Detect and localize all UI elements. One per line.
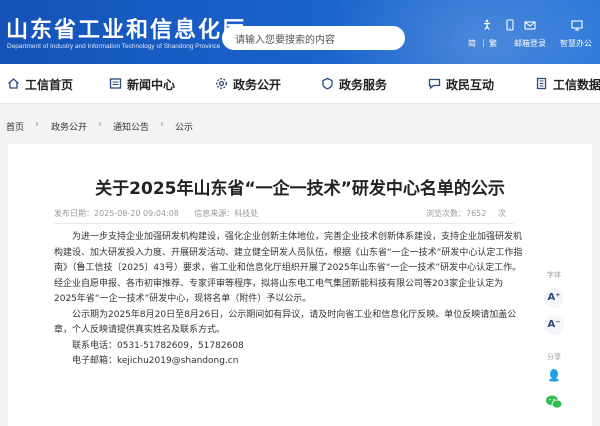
nav-item-gov-services[interactable]: 政务服务: [320, 76, 387, 92]
nav-item-interaction[interactable]: 政民互动: [427, 76, 494, 92]
views-meta: 浏览次数：7652: [426, 208, 486, 219]
nav-label: 政务服务: [339, 77, 388, 92]
nav-label: 新闻中心: [127, 77, 176, 92]
data-icon: [534, 77, 548, 91]
share-label: 分享: [547, 353, 561, 361]
nav-item-news[interactable]: 新闻中心: [108, 76, 175, 92]
nav-item-gov-affairs[interactable]: 政务公开: [214, 76, 281, 92]
nav-label: 政民互动: [446, 77, 495, 92]
chat-icon: [427, 77, 441, 91]
nav-label: 工信数据: [553, 77, 600, 92]
article-body: 为进一步支持企业加强研发机构建设，强化企业创新主体地位，完善企业技术创新体系建设…: [54, 230, 524, 370]
publish-label: 发布日期：: [54, 209, 94, 218]
tool-labels: 简 | 繁 邮箱登录 智慧办公: [0, 38, 600, 52]
nav-label: 政务公开: [233, 77, 282, 92]
news-icon: [108, 77, 122, 91]
publish-date: 2025-08-20 09:04:08: [94, 209, 179, 218]
accessibility-icon[interactable]: [480, 19, 494, 33]
site-header: 山东省工业和信息化厅 Department of Industry and In…: [0, 0, 600, 64]
font-decrease-button[interactable]: A⁻: [544, 315, 564, 335]
source-label: 信息来源：: [194, 209, 235, 218]
home-icon: [6, 77, 20, 91]
article-card: 关于2025年山东省“一企一技术”研发中心名单的公示 发布日期：2025-08-…: [8, 144, 592, 426]
office-icon[interactable]: [570, 19, 584, 33]
wechat-share-icon[interactable]: [544, 394, 564, 414]
main-nav: 工信首页 新闻中心 政务公开 政务服务 政民互动 工信数据: [0, 64, 600, 104]
mail-login-link[interactable]: 邮箱登录: [514, 38, 546, 49]
font-increase-button[interactable]: A⁺: [544, 288, 564, 308]
breadcrumb-gov-affairs[interactable]: 政务公开: [51, 120, 87, 133]
divider: [54, 223, 514, 224]
breadcrumb: 首页 › 政务公开 › 通知公告 › 公示: [0, 116, 600, 133]
gear-icon: [214, 77, 228, 91]
paragraph: 为进一步支持企业加强研发机构建设，强化企业创新主体地位，完善企业技术创新体系建设…: [54, 232, 523, 304]
breadcrumb-notices[interactable]: 通知公告: [113, 120, 149, 133]
font-size-label: 字体: [547, 271, 561, 279]
views-label: 浏览次数：: [426, 209, 466, 218]
nav-item-home[interactable]: 工信首页: [6, 76, 73, 92]
shield-icon: [320, 77, 334, 91]
views-count: 7652: [466, 209, 487, 218]
tool-icons: [0, 19, 600, 33]
article-title: 关于2025年山东省“一企一技术”研发中心名单的公示: [95, 179, 505, 199]
contact-email: 电子邮箱：kejichu2019@shandong.cn: [72, 356, 239, 366]
nav-item-data[interactable]: 工信数据: [534, 76, 600, 92]
tool-separator: |: [482, 38, 485, 47]
mobile-icon[interactable]: [503, 19, 517, 33]
nav-label: 工信首页: [25, 77, 74, 92]
chevron-right-icon: ›: [160, 119, 164, 130]
chevron-right-icon: ›: [98, 119, 102, 130]
simplified-link[interactable]: 简: [468, 38, 476, 49]
breadcrumb-home[interactable]: 首页: [6, 120, 24, 133]
breadcrumb-current: 公示: [175, 123, 194, 133]
paragraph: 公示期为2025年8月20日至8月26日，公示期间如有异议，请及时向省工业和信息…: [54, 309, 517, 336]
source-value: 科技处: [234, 209, 259, 218]
smart-office-link[interactable]: 智慧办公: [560, 38, 592, 49]
qq-share-icon[interactable]: [544, 367, 564, 387]
chevron-right-icon: ›: [35, 119, 39, 130]
article-meta: 发布日期：2025-08-20 09:04:08 信息来源：科技处: [54, 208, 258, 219]
contact-phone: 联系电话：0531-51782609，51782608: [72, 340, 244, 351]
mail-icon[interactable]: [523, 19, 537, 33]
traditional-link[interactable]: 繁: [489, 38, 497, 49]
views-unit: 次: [498, 209, 506, 218]
